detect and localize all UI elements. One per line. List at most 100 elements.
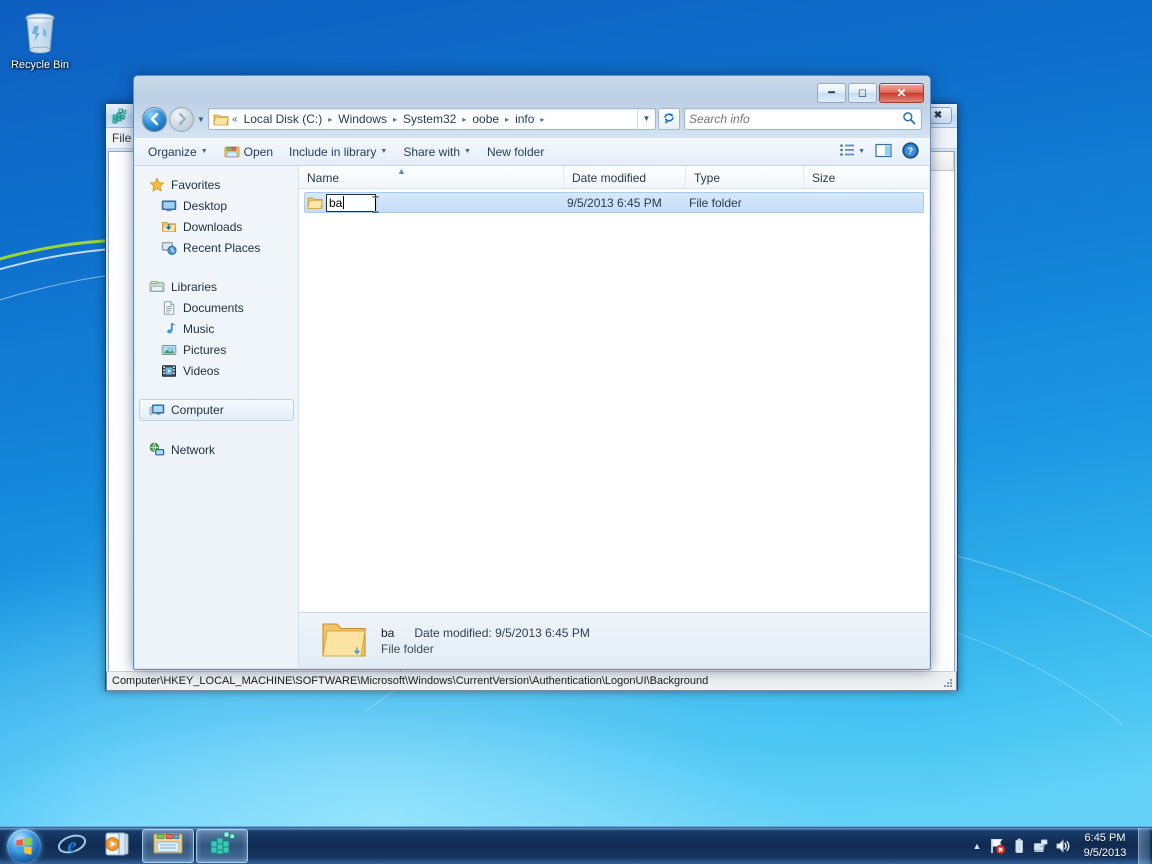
- favorites-star-icon: [149, 176, 165, 193]
- organize-button[interactable]: Organize ▼: [140, 142, 216, 162]
- sidebar-label-music: Music: [183, 321, 215, 336]
- window-controls: ━ ◻ ✕: [817, 83, 924, 103]
- breadcrumb-item-system32[interactable]: System32: [401, 111, 458, 127]
- help-button[interactable]: ?: [897, 139, 924, 165]
- table-row[interactable]: ba 9/5/2013 6:45 PM File folder: [304, 192, 924, 213]
- file-list-region[interactable]: ▲ Name Date modified Type Size ba 9/5/20…: [299, 166, 929, 668]
- folder-icon: [213, 112, 229, 127]
- recent-pages-button[interactable]: ▼: [194, 115, 208, 124]
- nav-group-libraries: Libraries Documents Music Pictures Video…: [135, 276, 298, 381]
- sidebar-item-network[interactable]: Network: [135, 439, 298, 460]
- sidebar-item-favorites[interactable]: Favorites: [135, 174, 298, 195]
- include-in-library-button[interactable]: Include in library ▼: [281, 142, 395, 162]
- open-button[interactable]: Open: [216, 141, 281, 162]
- volume-icon[interactable]: [1052, 834, 1074, 858]
- file-date-modified-cell: 9/5/2013 6:45 PM: [567, 195, 662, 210]
- sidebar-label-videos: Videos: [183, 363, 220, 378]
- sidebar-label-favorites: Favorites: [171, 177, 221, 192]
- battery-icon[interactable]: [1008, 834, 1030, 858]
- files-area[interactable]: ba 9/5/2013 6:45 PM File folder: [299, 189, 929, 612]
- column-header-type[interactable]: Type: [686, 166, 804, 188]
- taskbar-windows-explorer[interactable]: [142, 828, 194, 863]
- new-folder-button[interactable]: New folder: [479, 142, 552, 162]
- regedit-menu-file[interactable]: File: [112, 131, 131, 145]
- desktop-icon-recycle-bin[interactable]: Recycle Bin: [4, 8, 76, 72]
- breadcrumb-item-windows[interactable]: Windows: [336, 111, 389, 127]
- start-orb-icon: [7, 828, 41, 863]
- resize-grip-icon[interactable]: [942, 677, 954, 689]
- details-text: ba Date modified: 9/5/2013 6:45 PM File …: [381, 626, 590, 656]
- network-icon: [149, 442, 165, 458]
- sidebar-item-libraries[interactable]: Libraries: [135, 276, 298, 297]
- sidebar-item-pictures[interactable]: Pictures: [135, 339, 298, 360]
- breadcrumb-overflow-button[interactable]: «: [232, 114, 238, 125]
- sidebar-item-music[interactable]: Music: [135, 318, 298, 339]
- column-header-date-modified[interactable]: Date modified: [564, 166, 686, 188]
- maximize-icon: ◻: [857, 86, 868, 99]
- share-with-button[interactable]: Share with ▼: [395, 142, 479, 162]
- breadcrumb-item-oobe[interactable]: oobe: [470, 111, 501, 127]
- maximize-button[interactable]: ◻: [848, 83, 877, 103]
- sidebar-item-desktop[interactable]: Desktop: [135, 195, 298, 216]
- minimize-button[interactable]: ━: [817, 83, 846, 103]
- navigation-pane[interactable]: Favorites Desktop Downloads Recent Place…: [135, 166, 299, 668]
- music-icon: [161, 321, 177, 337]
- chevron-right-icon[interactable]: ▸: [536, 115, 548, 124]
- chevron-down-icon: ▼: [197, 114, 205, 124]
- rename-input[interactable]: ba: [326, 193, 379, 213]
- libraries-icon: [149, 279, 165, 295]
- show-desktop-button[interactable]: [1138, 827, 1150, 864]
- chevron-right-icon[interactable]: ▸: [324, 115, 336, 124]
- breadcrumb-item-info[interactable]: info: [513, 111, 536, 127]
- sidebar-label-libraries: Libraries: [171, 279, 218, 294]
- taskbar-registry-editor[interactable]: [196, 828, 248, 863]
- view-options-icon: [839, 143, 855, 160]
- close-button[interactable]: ✕: [879, 83, 924, 103]
- sidebar-item-recent-places[interactable]: Recent Places: [135, 237, 298, 258]
- address-bar-row: ▼ « Local Disk (C:) ▸ Windows ▸ System32…: [134, 104, 930, 134]
- sidebar-item-computer[interactable]: Computer: [139, 399, 294, 421]
- column-header-size[interactable]: Size: [804, 166, 929, 188]
- back-button[interactable]: [142, 106, 167, 132]
- breadcrumb-item-local-disk[interactable]: Local Disk (C:): [242, 111, 325, 127]
- clock[interactable]: 6:45 PM 9/5/2013: [1074, 831, 1136, 861]
- details-type: File folder: [381, 641, 434, 656]
- taskbar[interactable]: e ▲ 6:45 PM 9/5/2013: [0, 826, 1152, 864]
- search-input[interactable]: [689, 112, 901, 126]
- action-center-icon[interactable]: [986, 834, 1008, 858]
- back-arrow-icon: [150, 112, 158, 126]
- taskbar-internet-explorer[interactable]: e: [50, 829, 94, 863]
- show-hidden-icons-button[interactable]: ▲: [968, 841, 986, 851]
- taskbar-windows-media-player[interactable]: [96, 829, 140, 863]
- sort-ascending-icon[interactable]: ▲: [397, 166, 406, 176]
- column-headers[interactable]: ▲ Name Date modified Type Size: [299, 166, 929, 189]
- refresh-button[interactable]: [658, 108, 680, 130]
- column-header-name[interactable]: Name: [299, 166, 564, 188]
- start-button[interactable]: [0, 828, 48, 864]
- search-icon[interactable]: [901, 111, 917, 128]
- open-folder-icon: [224, 144, 240, 159]
- change-view-button[interactable]: ▼: [834, 140, 870, 163]
- details-date-label: Date modified:: [414, 625, 492, 640]
- file-name-cell[interactable]: ba: [305, 193, 567, 213]
- network-icon[interactable]: [1030, 834, 1052, 858]
- chevron-right-icon[interactable]: ▸: [389, 115, 401, 124]
- pictures-icon: [161, 342, 177, 358]
- chevron-up-icon: ▲: [972, 840, 982, 851]
- search-box[interactable]: [684, 108, 922, 130]
- sidebar-label-desktop: Desktop: [183, 198, 228, 213]
- address-history-dropdown[interactable]: ▼: [637, 109, 655, 129]
- regedit-status-path: Computer\HKEY_LOCAL_MACHINE\SOFTWARE\Mic…: [112, 675, 709, 687]
- show-preview-pane-button[interactable]: [870, 140, 897, 164]
- sidebar-item-downloads[interactable]: Downloads: [135, 216, 298, 237]
- chevron-right-icon[interactable]: ▸: [458, 115, 470, 124]
- sidebar-item-videos[interactable]: Videos: [135, 360, 298, 381]
- address-bar[interactable]: « Local Disk (C:) ▸ Windows ▸ System32 ▸…: [208, 108, 656, 130]
- sidebar-item-documents[interactable]: Documents: [135, 297, 298, 318]
- windows-explorer-window[interactable]: ━ ◻ ✕ ▼ « Local Disk (C:) ▸ Windows ▸ Sy…: [133, 75, 931, 670]
- forward-arrow-icon: [178, 112, 186, 126]
- chevron-right-icon[interactable]: ▸: [501, 115, 513, 124]
- forward-button[interactable]: [169, 106, 194, 132]
- registry-editor-icon: [206, 830, 238, 861]
- nav-group-favorites: Favorites Desktop Downloads Recent Place…: [135, 174, 298, 258]
